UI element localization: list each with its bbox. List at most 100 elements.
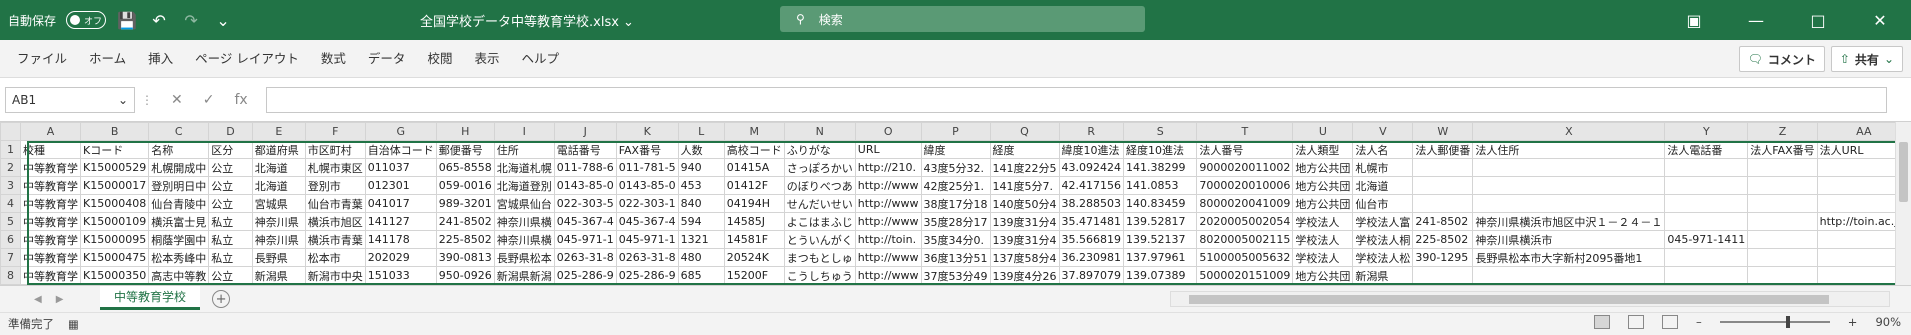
column-header[interactable]: U [1292, 122, 1354, 141]
ribbon-tab[interactable]: 挿入 [137, 40, 184, 78]
cell[interactable]: 151033 [364, 266, 437, 285]
add-sheet-button[interactable]: + [212, 290, 231, 308]
cell[interactable]: 北海道 [251, 176, 306, 195]
cell[interactable]: 札幌市東区 [304, 158, 366, 177]
cell[interactable] [1412, 176, 1474, 195]
cell[interactable]: http://www [854, 212, 922, 231]
cell[interactable]: 地方公共団 [1292, 158, 1354, 177]
cell[interactable]: 横浜市青葉 [304, 230, 366, 249]
cell[interactable]: 35度34分0. [920, 230, 991, 249]
next-sheet-icon[interactable]: ▶ [56, 294, 64, 305]
ribbon-tab[interactable]: 表示 [463, 40, 510, 78]
cell[interactable]: 長野県松本 [493, 248, 555, 267]
column-header[interactable]: E [251, 122, 306, 141]
cell[interactable]: 2020005002054 [1196, 212, 1294, 231]
cell[interactable]: 011-788-6 [553, 158, 617, 177]
cell[interactable] [1412, 158, 1474, 177]
cell[interactable]: URL [854, 140, 922, 159]
cell[interactable]: 札幌開成中 [148, 158, 210, 177]
column-header[interactable]: S [1122, 122, 1198, 141]
cell[interactable]: 685 [677, 266, 725, 285]
ribbon-tab[interactable]: 数式 [310, 40, 357, 78]
cell[interactable]: 学校法人 [1292, 230, 1354, 249]
cell[interactable]: 5100005005632 [1196, 248, 1294, 267]
cell[interactable]: 北海道登別 [493, 176, 555, 195]
page-break-view-button[interactable] [1662, 315, 1679, 329]
cell[interactable]: 学校法人富 [1352, 212, 1414, 231]
cell[interactable]: K15000408 [79, 194, 150, 213]
cell[interactable]: 横浜富士見 [148, 212, 210, 231]
cell[interactable]: 139度4分26 [989, 266, 1060, 285]
cell[interactable]: さっぽろかい [783, 158, 856, 177]
cell[interactable]: 神奈川県横浜市旭区中沢１－２４－１ [1472, 212, 1666, 231]
cell[interactable]: 私立 [208, 230, 253, 249]
cell[interactable]: 041017 [364, 194, 437, 213]
cell[interactable]: K15000109 [79, 212, 150, 231]
cell[interactable]: 35.471481 [1058, 212, 1124, 231]
cell[interactable]: 宮城県 [251, 194, 306, 213]
cell[interactable]: 8020005002115 [1196, 230, 1294, 249]
cell[interactable]: 松本秀峰中 [148, 248, 210, 267]
cell[interactable]: 140.83459 [1122, 194, 1198, 213]
column-header[interactable]: I [493, 122, 555, 141]
cell[interactable] [1472, 176, 1666, 195]
redo-icon[interactable]: ↷ [180, 9, 202, 31]
cell[interactable]: 045-971-1 [615, 230, 679, 249]
cell[interactable]: 神奈川県横 [493, 230, 555, 249]
cell[interactable]: 20524K [723, 248, 785, 267]
cell[interactable]: 42度25分1. [920, 176, 991, 195]
cell[interactable]: 141.38299 [1122, 158, 1198, 177]
cell[interactable]: 390-1295 [1412, 248, 1474, 267]
zoom-slider[interactable] [1719, 316, 1830, 328]
cell[interactable]: 私立 [208, 212, 253, 231]
column-header[interactable]: R [1058, 122, 1124, 141]
cell[interactable]: 0263-31-8 [615, 248, 679, 267]
cell[interactable]: 法人郵便番 [1412, 140, 1474, 159]
cell[interactable] [1472, 266, 1666, 285]
ribbon-display-options-icon[interactable]: ▣ [1663, 0, 1725, 40]
cell[interactable]: 神奈川県横浜市 [1472, 230, 1666, 249]
cell[interactable]: 04194H [723, 194, 785, 213]
cell[interactable]: ふりがな [783, 140, 856, 159]
zoom-out-button[interactable]: – [1696, 315, 1702, 329]
cell[interactable]: 法人番号 [1196, 140, 1294, 159]
cell[interactable]: 高校コード [723, 140, 785, 159]
cell[interactable]: 7000020010006 [1196, 176, 1294, 195]
cell[interactable] [1747, 176, 1818, 195]
ribbon-tab[interactable]: ホーム [78, 40, 137, 78]
cell[interactable]: 名称 [148, 140, 210, 159]
ribbon-tab[interactable]: データ [357, 40, 417, 78]
column-header[interactable]: C [148, 122, 210, 141]
cell[interactable]: 学校法人 [1292, 212, 1354, 231]
cell[interactable]: 法人FAX番号 [1747, 140, 1818, 159]
zoom-level[interactable]: 90% [1875, 315, 1901, 329]
column-header[interactable]: V [1352, 122, 1414, 141]
cell[interactable]: 594 [677, 212, 725, 231]
cell[interactable]: 059-0016 [435, 176, 495, 195]
row-header[interactable]: 2 [0, 158, 21, 177]
formula-input[interactable] [265, 86, 1887, 113]
cell[interactable]: 38.288503 [1058, 194, 1124, 213]
column-header[interactable]: Y [1664, 122, 1749, 141]
ribbon-tab[interactable]: ヘルプ [510, 40, 570, 78]
cell[interactable]: 141度22分5 [989, 158, 1060, 177]
enter-icon[interactable]: ✓ [203, 92, 215, 108]
cell[interactable]: 地方公共団 [1292, 176, 1354, 195]
cell[interactable]: 011-781-5 [615, 158, 679, 177]
column-header[interactable]: J [553, 122, 617, 141]
cell[interactable]: 新潟県 [251, 266, 306, 285]
cell[interactable] [1412, 194, 1474, 213]
cell[interactable] [1747, 230, 1818, 249]
cell[interactable]: 241-8502 [1412, 212, 1474, 231]
cell[interactable]: 35度28分17 [920, 212, 991, 231]
cell[interactable]: 住所 [493, 140, 555, 159]
cell[interactable]: 神奈川県横 [493, 212, 555, 231]
cell[interactable]: 法人住所 [1472, 140, 1666, 159]
cell[interactable]: 緯度 [920, 140, 991, 159]
cell[interactable] [1664, 212, 1749, 231]
cell[interactable]: 840 [677, 194, 725, 213]
cell[interactable]: http://210. [854, 158, 922, 177]
cell[interactable]: 5000020151009 [1196, 266, 1294, 285]
cell[interactable]: 横浜市旭区 [304, 212, 366, 231]
cell[interactable]: 経度 [989, 140, 1060, 159]
